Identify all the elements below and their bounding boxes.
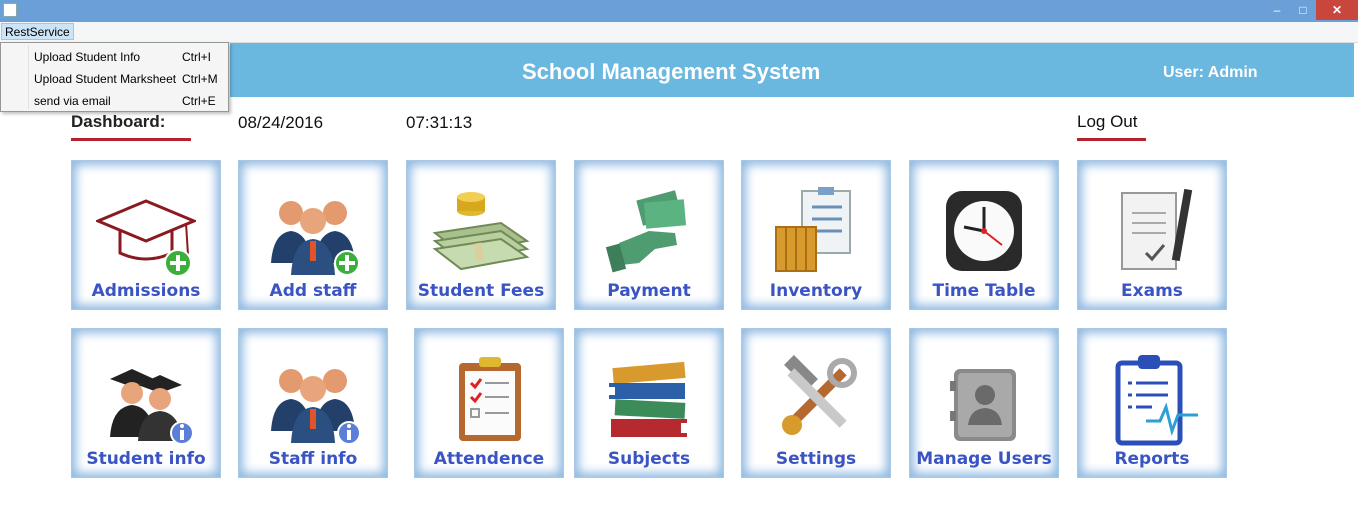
- menu-item-send-via-email[interactable]: send via email Ctrl+E: [1, 90, 228, 112]
- books-stack-icon: [609, 361, 687, 437]
- tile-label: Add staff: [269, 281, 357, 301]
- menu-restservice[interactable]: RestService: [1, 23, 74, 40]
- graduation-cap-add-icon: [96, 199, 196, 277]
- menu-item-shortcut: Ctrl+I: [182, 50, 212, 64]
- tile-label: Staff info: [268, 449, 358, 469]
- tile-label: Attendence: [433, 449, 545, 469]
- staff-info-icon: [271, 369, 361, 445]
- tile-label: Reports: [1114, 449, 1190, 469]
- tile-time-table[interactable]: Time Table: [909, 160, 1059, 310]
- tile-inventory[interactable]: Inventory: [741, 160, 891, 310]
- tile-label: Exams: [1121, 281, 1183, 301]
- window-titlebar: – □ ✕: [0, 0, 1358, 22]
- restservice-dropdown: Upload Student Info Ctrl+I Upload Studen…: [0, 42, 229, 112]
- tools-icon: [782, 355, 857, 435]
- tile-reports[interactable]: Reports: [1077, 328, 1227, 478]
- clipboard-crate-icon: [775, 187, 851, 272]
- tile-label: Payment: [607, 281, 691, 301]
- tile-subjects[interactable]: Subjects: [574, 328, 724, 478]
- close-button[interactable]: ✕: [1316, 0, 1358, 20]
- menu-bar: RestService: [0, 22, 1358, 43]
- staff-add-icon: [271, 201, 360, 276]
- tile-admissions[interactable]: Admissions: [71, 160, 221, 310]
- current-user: User: Admin: [1163, 64, 1258, 81]
- tile-student-info[interactable]: Student info: [71, 328, 221, 478]
- menu-item-shortcut: Ctrl+E: [182, 94, 216, 108]
- current-time: 07:31:13: [406, 113, 473, 132]
- tile-label: Student Fees: [417, 281, 545, 301]
- menu-item-upload-student-info[interactable]: Upload Student Info Ctrl+I: [1, 46, 228, 68]
- tile-label: Settings: [775, 449, 857, 469]
- menu-item-label: Upload Student Info: [34, 50, 141, 64]
- cash-hand-icon: [605, 190, 687, 273]
- user-folder-icon: [950, 369, 1016, 441]
- tile-student-fees[interactable]: Student Fees: [406, 160, 556, 310]
- tile-add-staff[interactable]: Add staff: [238, 160, 388, 310]
- menu-item-shortcut: Ctrl+M: [182, 72, 218, 86]
- tile-label: Time Table: [932, 281, 1036, 301]
- menu-item-label: send via email: [34, 94, 111, 108]
- tile-label: Admissions: [91, 281, 201, 301]
- tile-payment[interactable]: Payment: [574, 160, 724, 310]
- report-clipboard-icon: [1115, 355, 1198, 446]
- tile-label: Manage Users: [916, 449, 1052, 469]
- logout-link[interactable]: Log Out: [1077, 112, 1138, 132]
- tile-manage-users[interactable]: Manage Users: [909, 328, 1059, 478]
- app-title: School Management System: [522, 59, 821, 84]
- java-app-icon: [3, 3, 17, 17]
- current-date: 08/24/2016: [238, 113, 324, 132]
- dashboard-label: Dashboard:: [71, 112, 166, 131]
- tile-label: Subjects: [607, 449, 691, 469]
- exam-paper-pen-icon: [1121, 188, 1193, 270]
- logout-underline: [1077, 138, 1146, 141]
- dashboard-underline: [71, 138, 191, 141]
- menu-item-upload-student-marksheet[interactable]: Upload Student Marksheet Ctrl+M: [1, 68, 228, 90]
- tile-label: Student info: [86, 449, 206, 469]
- restore-button[interactable]: □: [1290, 0, 1316, 20]
- tile-staff-info[interactable]: Staff info: [238, 328, 388, 478]
- checklist-clipboard-icon: [459, 357, 521, 441]
- tile-label: Inventory: [769, 281, 863, 301]
- menu-item-label: Upload Student Marksheet: [34, 72, 177, 86]
- clock-icon: [946, 191, 1022, 271]
- students-info-icon: [110, 369, 194, 445]
- money-stack-icon: [432, 192, 530, 271]
- tile-exams[interactable]: Exams: [1077, 160, 1227, 310]
- tile-attendence[interactable]: Attendence: [414, 328, 564, 478]
- tile-settings[interactable]: Settings: [741, 328, 891, 478]
- minimize-button[interactable]: –: [1264, 0, 1290, 20]
